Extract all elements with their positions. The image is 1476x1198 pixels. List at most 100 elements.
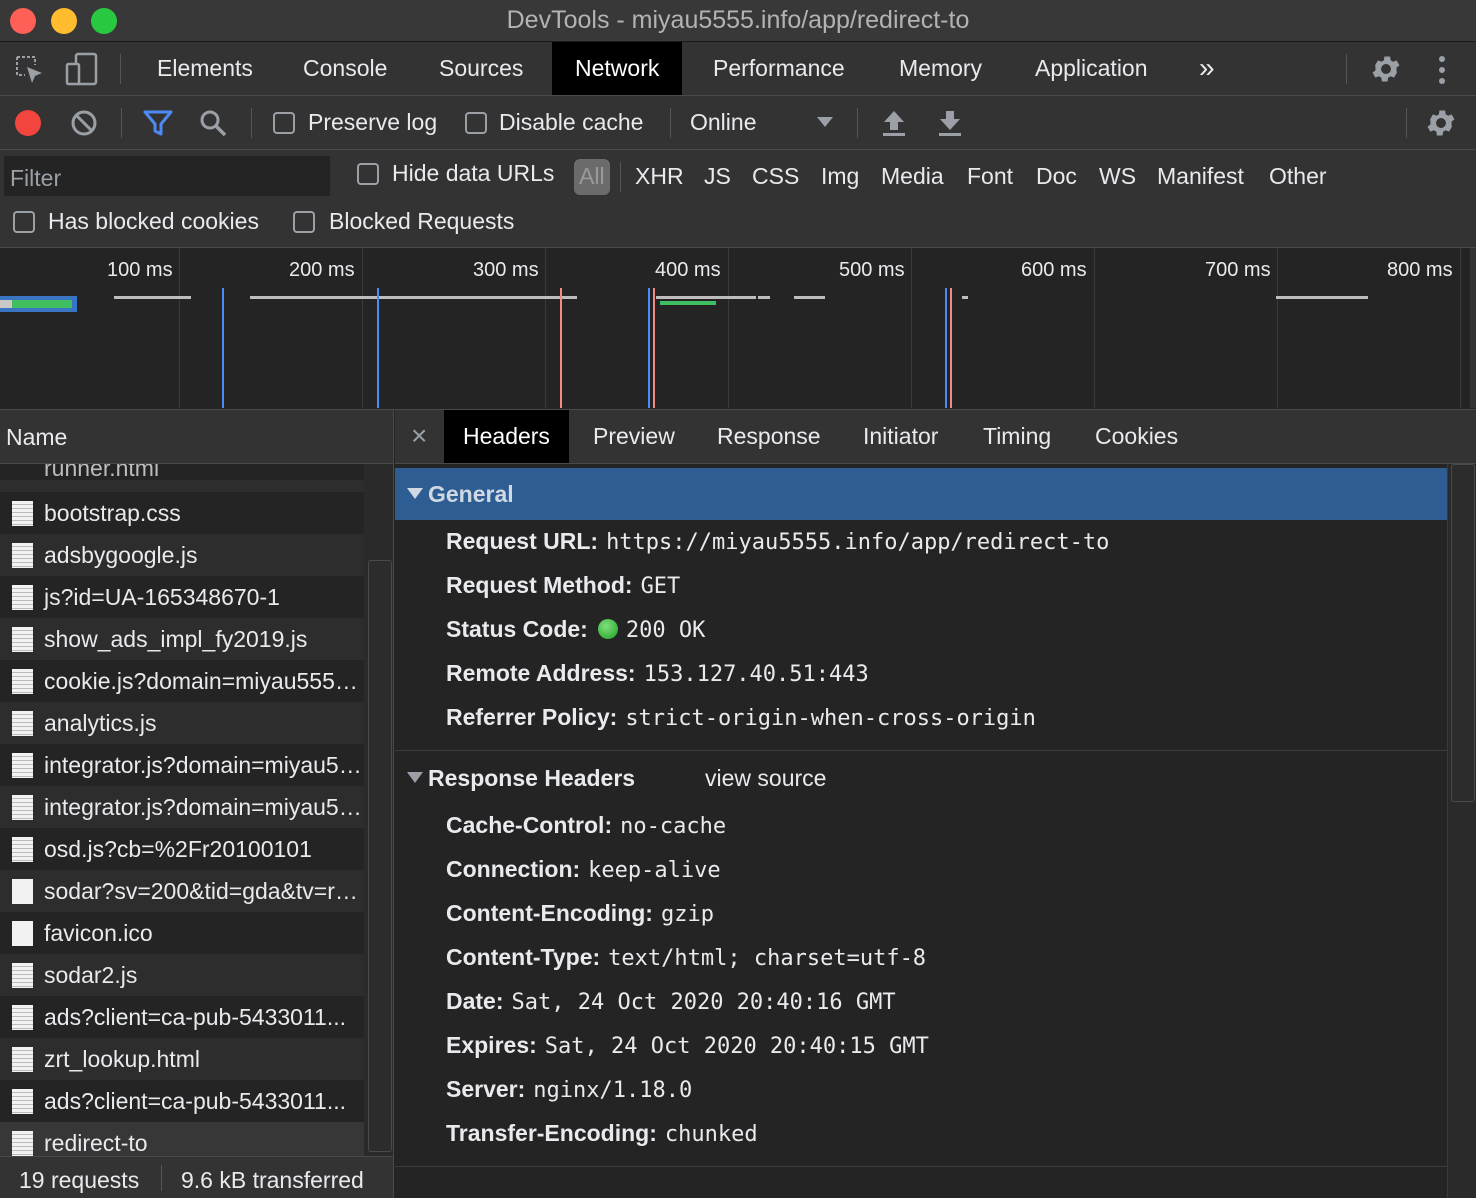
list-item[interactable]: cookie.js?domain=miyau5555.info: [0, 660, 364, 702]
caret-down-icon: [407, 488, 423, 499]
file-blank-icon: [12, 921, 33, 946]
load-event-marker: [560, 288, 562, 408]
close-details-icon[interactable]: ×: [395, 410, 443, 463]
blocked-requests-label: Blocked Requests: [329, 208, 515, 234]
dom-content-loaded-marker: [377, 288, 379, 408]
list-item[interactable]: favicon.ico: [0, 912, 364, 954]
device-toolbar-icon[interactable]: [64, 52, 100, 86]
request-list: Name runner.html bootstrap.css adsbygoog…: [0, 410, 394, 1156]
timeline-tick-label: 100 ms: [107, 259, 173, 281]
filter-input[interactable]: Filter: [4, 156, 330, 196]
view-source-link[interactable]: view source: [705, 765, 826, 792]
preserve-log-label: Preserve log: [308, 109, 438, 135]
list-item[interactable]: sodar2.js: [0, 954, 364, 996]
filter-type-doc[interactable]: Doc: [1036, 159, 1077, 195]
timeline-tick-label: 500 ms: [839, 259, 905, 281]
filter-type-xhr[interactable]: XHR: [635, 159, 684, 195]
more-options-kebab-icon[interactable]: [1434, 54, 1450, 86]
network-settings-gear-icon[interactable]: [1424, 106, 1458, 140]
filter-funnel-icon[interactable]: [142, 108, 174, 138]
tab-memory[interactable]: Memory: [876, 42, 1005, 95]
load-event-marker: [653, 288, 655, 408]
list-item[interactable]: ads?client=ca-pub-5433011...: [0, 996, 364, 1038]
transferred-size: 9.6 kB transferred: [181, 1167, 364, 1193]
header-row: Expires: Sat, 24 Oct 2020 20:40:15 GMT: [446, 1032, 929, 1059]
request-list-scroll-thumb[interactable]: [368, 560, 392, 1152]
list-item-partial-bg: [0, 480, 364, 492]
disable-cache-checkbox[interactable]: [465, 112, 487, 134]
clear-icon[interactable]: [70, 109, 98, 137]
header-row: Connection: keep-alive: [446, 856, 721, 883]
filter-type-all[interactable]: All: [574, 159, 610, 195]
details-scrollbar[interactable]: [1447, 464, 1476, 1198]
tab-application[interactable]: Application: [1012, 42, 1171, 95]
file-lines-icon: [12, 963, 33, 988]
blocked-requests-checkbox[interactable]: [293, 211, 315, 233]
filter-type-js[interactable]: JS: [704, 159, 731, 195]
has-blocked-cookies-checkbox[interactable]: [13, 211, 35, 233]
filter-type-manifest[interactable]: Manifest: [1157, 159, 1244, 195]
timeline-request-bar: [656, 296, 756, 299]
timeline-request-bar: [114, 296, 191, 299]
tab-headers[interactable]: Headers: [444, 410, 569, 463]
filter-type-css[interactable]: CSS: [752, 159, 799, 195]
list-item[interactable]: sodar?sv=200&tid=gda&tv=r20201020: [0, 870, 364, 912]
list-item-partial[interactable]: runner.html: [0, 464, 364, 480]
list-item[interactable]: osd.js?cb=%2Fr20100101: [0, 828, 364, 870]
network-overview-timeline[interactable]: 100 ms 200 ms 300 ms 400 ms 500 ms 600 m…: [0, 248, 1476, 410]
list-item[interactable]: adsbygoogle.js: [0, 534, 364, 576]
response-headers-section-header[interactable]: Response Headers: [395, 752, 1447, 804]
header-row: Status Code: 200 OK: [446, 616, 706, 643]
list-item[interactable]: zrt_lookup.html: [0, 1038, 364, 1080]
timeline-download-bar: [12, 300, 72, 308]
file-lines-icon: [12, 543, 33, 568]
window-title: DevTools - miyau5555.info/app/redirect-t…: [506, 6, 970, 34]
network-toolbar: Preserve log Disable cache Online: [0, 96, 1476, 150]
list-item-selected[interactable]: redirect-to: [0, 1122, 364, 1156]
list-item[interactable]: bootstrap.css: [0, 492, 364, 534]
settings-gear-icon[interactable]: [1369, 52, 1403, 86]
list-item[interactable]: show_ads_impl_fy2019.js: [0, 618, 364, 660]
tab-network[interactable]: Network: [552, 42, 683, 95]
timeline-tick-label: 600 ms: [1021, 259, 1087, 281]
preserve-log-checkbox[interactable]: [273, 112, 295, 134]
filter-type-font[interactable]: Font: [967, 159, 1013, 195]
details-scroll-thumb[interactable]: [1451, 464, 1475, 802]
filter-type-media[interactable]: Media: [881, 159, 944, 195]
tab-response[interactable]: Response: [698, 410, 840, 463]
list-item[interactable]: integrator.js?domain=miyau5555.info: [0, 786, 364, 828]
header-row: Content-Encoding: gzip: [446, 900, 714, 927]
list-item[interactable]: js?id=UA-165348670-1: [0, 576, 364, 618]
tab-elements[interactable]: Elements: [134, 42, 276, 95]
filter-type-other[interactable]: Other: [1269, 159, 1327, 195]
tab-initiator[interactable]: Initiator: [844, 410, 957, 463]
timeline-tick-label: 800 ms: [1387, 259, 1453, 281]
file-lines-icon: [12, 753, 33, 778]
name-column-header[interactable]: Name: [0, 410, 393, 464]
tab-sources[interactable]: Sources: [416, 42, 546, 95]
import-har-upload-icon[interactable]: [880, 108, 908, 138]
record-icon[interactable]: [15, 110, 41, 136]
timeline-wait-bar: [0, 300, 12, 308]
more-tabs-chevron-icon[interactable]: »: [1176, 42, 1238, 95]
dropdown-triangle-icon[interactable]: [816, 116, 834, 128]
tab-cookies[interactable]: Cookies: [1076, 410, 1197, 463]
tab-preview[interactable]: Preview: [574, 410, 694, 463]
export-har-download-icon[interactable]: [936, 108, 964, 138]
timeline-request-bar: [250, 296, 577, 299]
timeline-request-bar: [758, 296, 770, 299]
general-section-header[interactable]: General: [395, 468, 1447, 520]
filter-type-img[interactable]: Img: [821, 159, 859, 195]
list-item[interactable]: ads?client=ca-pub-5433011...: [0, 1080, 364, 1122]
list-item[interactable]: integrator.js?domain=miyau5555.info: [0, 744, 364, 786]
inspect-element-icon[interactable]: [14, 54, 46, 86]
tab-performance[interactable]: Performance: [690, 42, 868, 95]
filter-type-ws[interactable]: WS: [1099, 159, 1136, 195]
tab-console[interactable]: Console: [280, 42, 410, 95]
request-list-scrollbar[interactable]: [364, 464, 393, 1156]
search-icon[interactable]: [198, 108, 228, 138]
tab-timing[interactable]: Timing: [964, 410, 1070, 463]
list-item[interactable]: analytics.js: [0, 702, 364, 744]
hide-data-urls-checkbox[interactable]: [357, 163, 379, 185]
throttling-select[interactable]: Online: [690, 109, 756, 136]
